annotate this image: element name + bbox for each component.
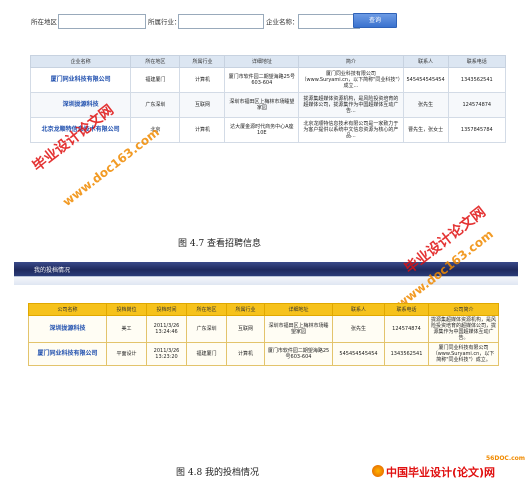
- region-input[interactable]: [58, 14, 146, 29]
- cell-address: 深圳市福田区上梅林市场睡望家园: [224, 92, 300, 118]
- industry-input[interactable]: [178, 14, 264, 29]
- table-row[interactable]: 厦门同业科技有限公司 福建厦门 计算机 厦门市软件园二期望海路25号603-60…: [29, 67, 507, 93]
- cell-region: 广东深圳: [130, 92, 181, 118]
- cell-address: 达大厦金源时代商务中心A座10E: [224, 117, 300, 143]
- table-row[interactable]: 深圳拢源科技 美工 2011/3/26 13:24:46 广东深圳 互联网 深圳…: [28, 315, 499, 343]
- company-input[interactable]: [298, 14, 360, 29]
- cell-intro: 厦门同业科技有限公司（www.Suryami.cn，以下简称"同业科技"）成立。: [428, 342, 499, 366]
- job-listing-table: 企业名称 所在地区 所属行业 详细地址 简介 联系人 联系电话 厦门同业科技有限…: [29, 55, 507, 143]
- cell-phone: 124574874: [384, 315, 429, 343]
- section-title: 我的投档情况: [34, 267, 71, 274]
- col-industry: 所属行业: [179, 55, 226, 68]
- cell-position: 平面设计: [106, 342, 147, 366]
- col-address: 详细地址: [264, 303, 333, 316]
- cell-contact: 张先生: [402, 92, 449, 118]
- figure-caption: 图 4.8 我的投档情况: [176, 468, 260, 478]
- col-contact: 联系人: [332, 303, 385, 316]
- col-address: 详细地址: [224, 55, 300, 68]
- cell-time: 2011/3/26 13:23:20: [146, 342, 187, 366]
- figure-caption: 图 4.7 查看招聘信息: [178, 239, 262, 249]
- application-table: 公司名称 投档岗位 投档时间 所在地区 所属行业 详细地址 联系人 联系电话 公…: [28, 303, 499, 366]
- cell-intro: 拢源集超媒体资源机构，是风险投资培育的超媒体公司，拢源集作为中国超媒体互动广告.…: [298, 92, 404, 118]
- table-row[interactable]: 厦门同业科技有限公司 平面设计 2011/3/26 13:23:20 福建厦门 …: [28, 342, 499, 366]
- table-header-row: 公司名称 投档岗位 投档时间 所在地区 所属行业 详细地址 联系人 联系电话 公…: [28, 303, 499, 316]
- cell-industry: 计算机: [226, 342, 265, 366]
- company-link[interactable]: 厦门同业科技有限公司: [29, 67, 132, 93]
- cell-intro: 北京龙顺特信息技术有限公司是一家致力于为客户提供以系统中文信息资源为核心的产品.…: [298, 117, 404, 143]
- cell-contact: 545454545454: [402, 67, 449, 93]
- company-link[interactable]: 深圳拢源科技: [28, 315, 107, 343]
- cell-address: 厦门市软件园二期望海路25号603-604: [264, 342, 333, 366]
- logo-icon: [372, 465, 384, 477]
- logo-domain: 56DOC.com: [486, 455, 526, 462]
- col-region: 所在地区: [186, 303, 227, 316]
- cell-address: 深圳市福田区上梅林市场睡望家园: [264, 315, 333, 343]
- col-industry: 所属行业: [226, 303, 265, 316]
- table-header-row: 企业名称 所在地区 所属行业 详细地址 简介 联系人 联系电话: [29, 55, 507, 68]
- cell-address: 厦门市软件园二期望海路25号603-604: [224, 67, 300, 93]
- cell-phone: 124574874: [447, 92, 507, 118]
- col-time: 投档时间: [146, 303, 187, 316]
- search-button[interactable]: 查询: [353, 13, 397, 28]
- cell-phone: 1343562541: [384, 342, 429, 366]
- cell-contact: 545454545454: [332, 342, 385, 366]
- cell-time: 2011/3/26 13:24:46: [146, 315, 187, 343]
- cell-region: 福建厦门: [130, 67, 181, 93]
- cell-region: 福建厦门: [186, 342, 227, 366]
- col-region: 所在地区: [130, 55, 181, 68]
- company-link[interactable]: 厦门同业科技有限公司: [28, 342, 107, 366]
- cell-contact: 张先生: [332, 315, 385, 343]
- cell-industry: 互联网: [179, 92, 226, 118]
- col-phone: 联系电话: [384, 303, 429, 316]
- industry-label: 所属行业：: [148, 18, 181, 26]
- col-position: 投档岗位: [106, 303, 147, 316]
- cell-region: 广东深圳: [186, 315, 227, 343]
- cell-intro: 厦门同业科技有限公司（www.Suryami.cn，以下简称"同业科技"）成立.…: [298, 67, 404, 93]
- cell-phone: 1357845784: [447, 117, 507, 143]
- col-company: 企业名称: [29, 55, 132, 68]
- cell-industry: 计算机: [179, 117, 226, 143]
- col-intro: 简介: [298, 55, 404, 68]
- cell-industry: 计算机: [179, 67, 226, 93]
- cell-contact: 曹先生，张女士: [402, 117, 449, 143]
- cell-intro: 拢源集超媒体资源机构，是风险投资培育的超媒体公司，拢源集作为中国超媒体互动广告。: [428, 315, 499, 343]
- col-contact: 联系人: [402, 55, 449, 68]
- col-company: 公司名称: [28, 303, 107, 316]
- logo-text: 中国毕业设计(论文)网: [386, 466, 496, 479]
- cell-industry: 互联网: [226, 315, 265, 343]
- cell-position: 美工: [106, 315, 147, 343]
- col-phone: 联系电话: [447, 55, 507, 68]
- cell-phone: 1343562541: [447, 67, 507, 93]
- company-label: 企业名称：: [266, 18, 299, 26]
- col-intro: 公司简介: [428, 303, 499, 316]
